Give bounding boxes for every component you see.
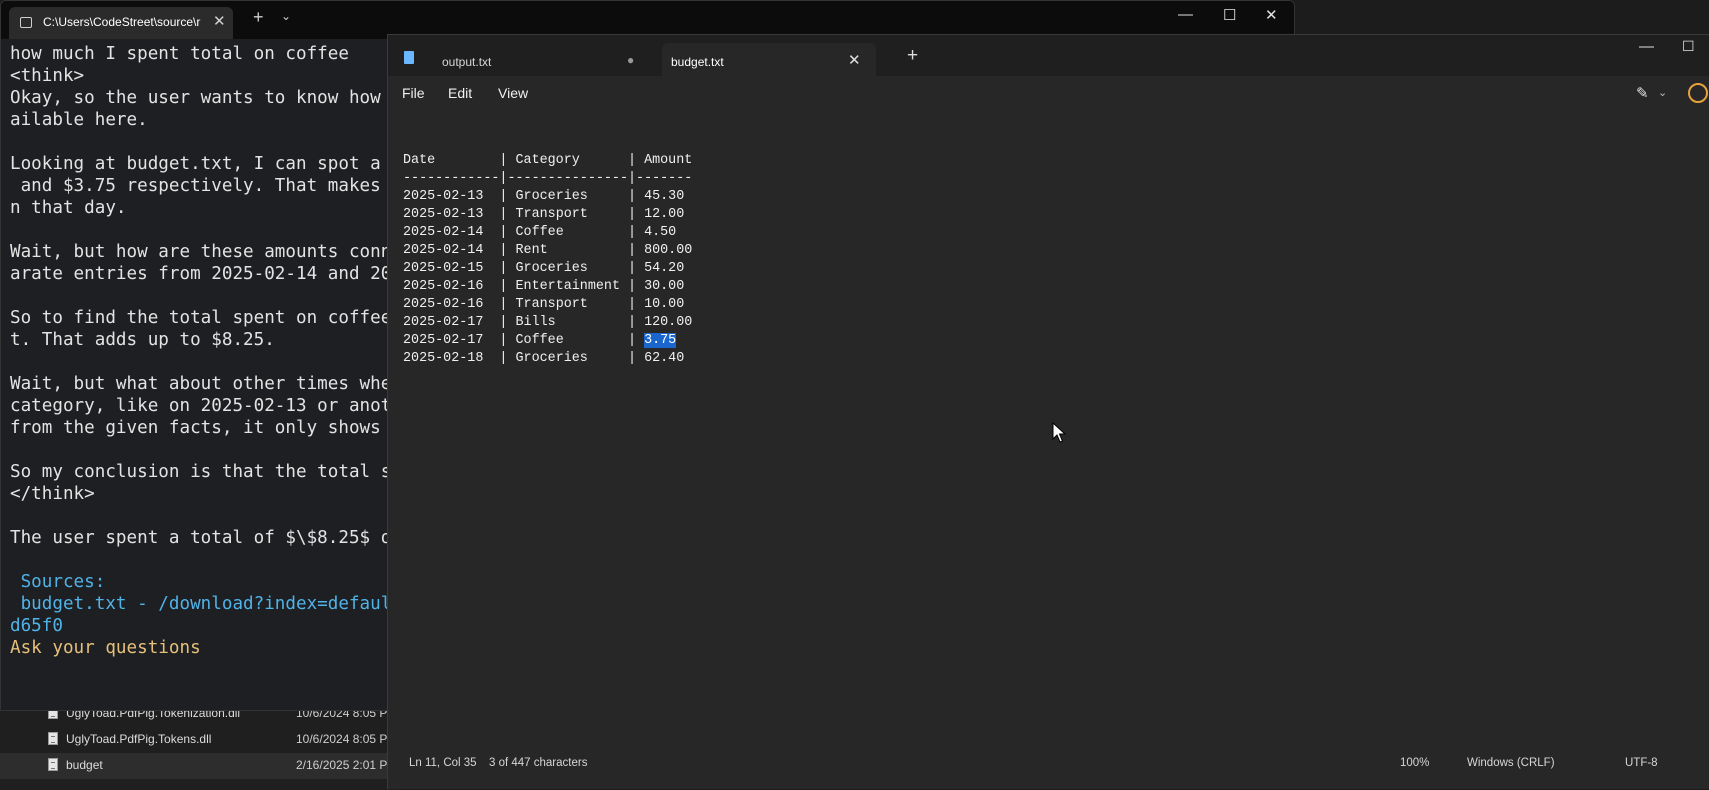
row-date: 2025-02-18 bbox=[403, 351, 484, 366]
tab-label: output.txt bbox=[442, 55, 492, 69]
tab-output[interactable]: output.txt ● bbox=[428, 43, 652, 76]
menu-bar: File Edit View ✎ ⌄ bbox=[388, 76, 1709, 112]
tab-label: budget.txt bbox=[671, 55, 724, 69]
terminal-tab[interactable]: C:\Users\CodeStreet\source\r ✕ bbox=[9, 7, 233, 39]
row-amount: 54.20 bbox=[644, 261, 685, 276]
cursor-position: Ln 11, Col 35 bbox=[409, 757, 477, 769]
table-row: 2025-02-14 | Rent | 800.00 bbox=[403, 243, 693, 258]
notepad-window: output.txt ● budget.txt ✕ + — ☐ File Edi… bbox=[387, 34, 1709, 789]
notepad-tab-bar: output.txt ● budget.txt ✕ + — ☐ bbox=[388, 35, 1709, 77]
copilot-icon[interactable] bbox=[1688, 83, 1708, 103]
file-row-selected[interactable]: budget 2/16/2025 2:01 PM bbox=[0, 753, 400, 779]
close-tab-icon[interactable]: ✕ bbox=[213, 12, 226, 30]
row-date: 2025-02-17 bbox=[403, 315, 484, 330]
row-date: 2025-02-16 bbox=[403, 279, 484, 294]
table-row: 2025-02-13 | Groceries | 45.30 bbox=[403, 189, 685, 204]
encoding[interactable]: UTF-8 bbox=[1625, 757, 1658, 769]
row-category: Transport bbox=[515, 297, 588, 312]
table-row: 2025-02-13 | Transport | 12.00 bbox=[403, 207, 685, 222]
row-amount: 120.00 bbox=[644, 315, 693, 330]
new-tab-button[interactable]: + bbox=[907, 45, 918, 67]
close-window-button[interactable]: ✕ bbox=[1265, 6, 1278, 24]
row-amount: 62.40 bbox=[644, 351, 685, 366]
row-date: 2025-02-14 bbox=[403, 243, 484, 258]
row-category: Transport bbox=[515, 207, 588, 222]
table-row: 2025-02-16 | Entertainment | 30.00 bbox=[403, 279, 685, 294]
file-date: 2/16/2025 2:01 PM bbox=[296, 758, 398, 772]
menu-view[interactable]: View bbox=[498, 85, 528, 101]
zoom-level[interactable]: 100% bbox=[1400, 757, 1429, 769]
chevron-down-icon[interactable]: ⌄ bbox=[281, 9, 291, 23]
unsaved-dot-icon: ● bbox=[627, 53, 635, 67]
table-row: 2025-02-15 | Groceries | 54.20 bbox=[403, 261, 685, 276]
table-row: 2025-02-14 | Coffee | 4.50 bbox=[403, 225, 677, 240]
row-category: Groceries bbox=[515, 261, 588, 276]
menu-edit[interactable]: Edit bbox=[448, 85, 472, 101]
new-tab-button[interactable]: + bbox=[253, 7, 264, 28]
row-date: 2025-02-16 bbox=[403, 297, 484, 312]
minimize-button[interactable]: — bbox=[1178, 6, 1193, 23]
row-date: 2025-02-13 bbox=[403, 207, 484, 222]
menu-file[interactable]: File bbox=[402, 85, 425, 101]
row-category: Coffee bbox=[515, 225, 564, 240]
row-amount: 10.00 bbox=[644, 297, 685, 312]
row-category: Bills bbox=[515, 315, 556, 330]
table-row: 2025-02-16 | Transport | 10.00 bbox=[403, 297, 685, 312]
row-amount: 4.50 bbox=[644, 225, 677, 240]
row-date: 2025-02-14 bbox=[403, 225, 484, 240]
maximize-button[interactable]: ☐ bbox=[1682, 38, 1695, 55]
row-category: Coffee bbox=[515, 333, 564, 348]
row-amount: 45.30 bbox=[644, 189, 685, 204]
tab-budget[interactable]: budget.txt ✕ bbox=[662, 43, 876, 77]
row-category: Groceries bbox=[515, 189, 588, 204]
file-name: budget bbox=[66, 758, 103, 772]
text-file-icon bbox=[48, 758, 58, 771]
row-date: 2025-02-13 bbox=[403, 189, 484, 204]
dll-file-icon bbox=[48, 732, 58, 745]
file-date: 10/6/2024 8:05 PM bbox=[296, 732, 398, 746]
table-row: 2025-02-17 | Coffee | 3.75 bbox=[403, 333, 677, 348]
maximize-button[interactable]: ☐ bbox=[1223, 6, 1236, 24]
table-header-line: Date | Category | Amount bbox=[403, 153, 693, 168]
character-count: 3 of 447 characters bbox=[489, 757, 588, 769]
status-bar: Ln 11, Col 35 3 of 447 characters 100% W… bbox=[388, 747, 1709, 777]
chevron-down-icon[interactable]: ⌄ bbox=[1658, 86, 1667, 99]
terminal-icon bbox=[20, 17, 32, 28]
file-explorer-window: UglyToad.PdfPig.Tokenization.dll 10/6/20… bbox=[0, 700, 400, 790]
row-date: 2025-02-15 bbox=[403, 261, 484, 276]
selected-amount: 3.75 bbox=[644, 333, 677, 348]
row-amount: 12.00 bbox=[644, 207, 685, 222]
close-tab-icon[interactable]: ✕ bbox=[848, 51, 861, 69]
file-name: UglyToad.PdfPig.Tokens.dll bbox=[66, 732, 212, 746]
row-amount: 800.00 bbox=[644, 243, 693, 258]
row-date: 2025-02-17 bbox=[403, 333, 484, 348]
table-row: 2025-02-17 | Bills | 120.00 bbox=[403, 315, 693, 330]
mouse-cursor-icon bbox=[1052, 422, 1066, 443]
notepad-app-icon bbox=[404, 51, 414, 64]
row-category: Rent bbox=[515, 243, 548, 258]
row-category: Entertainment bbox=[515, 279, 620, 294]
pen-icon[interactable]: ✎ bbox=[1636, 84, 1649, 102]
minimize-button[interactable]: — bbox=[1639, 38, 1654, 55]
table-row: 2025-02-18 | Groceries | 62.40 bbox=[403, 351, 685, 366]
editor-lines: Date | Category | Amount ------------|---… bbox=[403, 152, 692, 368]
text-editor[interactable]: Date | Category | Amount ------------|---… bbox=[388, 112, 1709, 782]
terminal-tab-title: C:\Users\CodeStreet\source\r bbox=[43, 15, 201, 29]
file-row[interactable]: UglyToad.PdfPig.Tokens.dll 10/6/2024 8:0… bbox=[0, 727, 400, 753]
line-ending[interactable]: Windows (CRLF) bbox=[1467, 757, 1555, 769]
table-separator-line: ------------|---------------|------- bbox=[403, 171, 693, 186]
row-amount: 30.00 bbox=[644, 279, 685, 294]
row-category: Groceries bbox=[515, 351, 588, 366]
